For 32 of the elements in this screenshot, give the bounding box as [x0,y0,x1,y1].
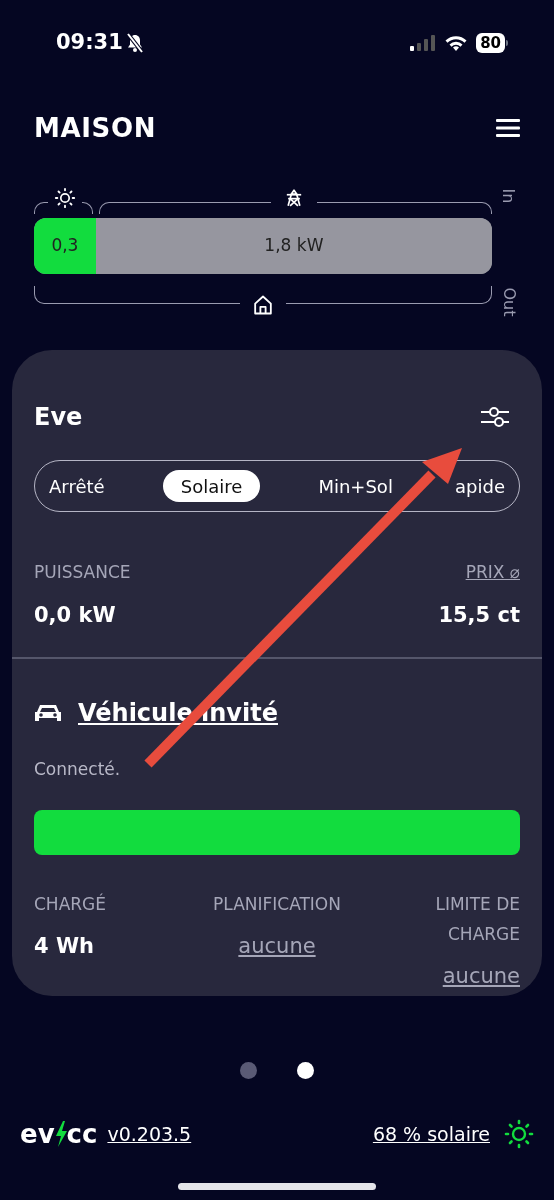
car-icon [34,702,62,723]
version-link[interactable]: v0.203.5 [107,1119,192,1149]
stat-link[interactable]: aucune [238,931,316,963]
stat-value: 4 Wh [34,933,95,960]
mode-tab[interactable]: apide [451,470,509,502]
stat-label: PLANIFICATION [213,893,341,916]
settings-icon[interactable] [480,405,510,429]
solar-segment: 0,3 [34,218,96,274]
in-label: In [498,188,519,204]
mode-tab[interactable]: Min+Sol [314,470,397,502]
sun-icon [504,1119,534,1149]
menu-icon[interactable] [496,118,520,138]
stat-value: 15,5 ct [438,601,520,629]
stat-label: PUISSANCE [34,561,131,584]
mode-tab[interactable]: Arrêté [45,470,109,502]
signal-icon [410,35,437,51]
battery-icon: 80 [476,33,508,53]
status-time: 09:31 [56,29,123,57]
mode-tab[interactable]: Solaire [162,470,261,502]
stat-value: 0,0 kW [34,601,117,629]
stat-label: LIMITE DE CHARGE [434,893,520,946]
price-link[interactable]: PRIX ⌀ [465,560,520,586]
wifi-icon [444,34,469,52]
out-label: Out [498,287,519,317]
stat-link[interactable]: aucune [442,961,520,993]
stat-label: CHARGÉ [34,892,106,916]
app-logo: ev cc [20,1121,98,1147]
page-title: MAISON [34,111,157,145]
loadpoint-title: Eve [34,402,83,433]
bell-muted-icon [125,33,144,53]
solar-share-link[interactable]: 68 % solaire [372,1119,490,1149]
vehicle-status: Connecté. [33,757,122,781]
